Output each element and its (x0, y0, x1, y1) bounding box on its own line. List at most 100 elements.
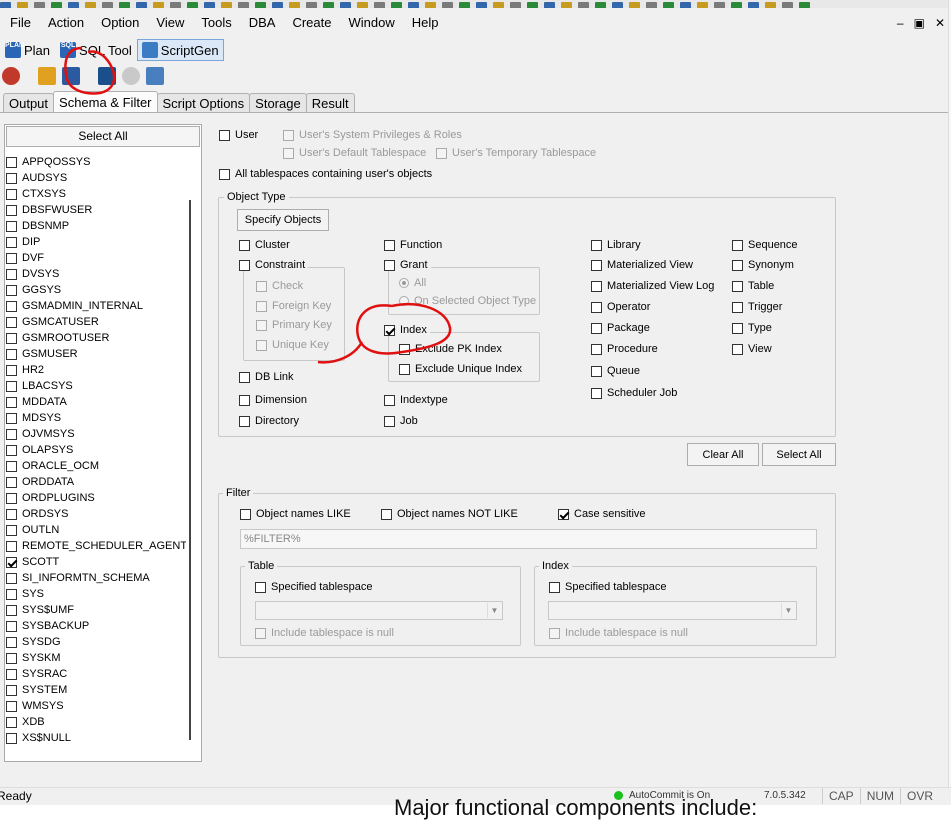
schema-item[interactable]: GSMADMIN_INTERNAL (6, 298, 186, 314)
tab-storage[interactable]: Storage (249, 93, 307, 113)
schema-list-scrollbar[interactable] (189, 200, 191, 740)
schema-checkbox[interactable] (6, 668, 17, 680)
select-all-objects-button[interactable]: Select All (762, 443, 836, 466)
queue-checkbox[interactable] (591, 365, 602, 377)
schema-item[interactable]: ORDPLUGINS (6, 490, 186, 506)
toolbar-icon[interactable] (34, 2, 45, 8)
schema-item[interactable]: MDDATA (6, 394, 186, 410)
schema-checkbox[interactable] (6, 220, 17, 232)
library-checkbox[interactable] (591, 239, 602, 251)
scriptgen-button[interactable]: ScriptGen (136, 39, 224, 61)
schema-checkbox[interactable] (6, 700, 17, 712)
names-like-option[interactable]: Object names LIKE (240, 508, 351, 520)
schema-item[interactable]: SYSRAC (6, 666, 186, 682)
package-checkbox[interactable] (591, 322, 602, 334)
plan-button[interactable]: PLAN Plan (0, 39, 55, 61)
menu-option[interactable]: Option (91, 10, 146, 36)
toolbar-icon[interactable] (578, 2, 589, 8)
schema-select-all-button[interactable]: Select All (6, 126, 200, 147)
menu-help[interactable]: Help (402, 10, 446, 36)
case-sensitive-option[interactable]: Case sensitive (558, 508, 646, 520)
user-option[interactable]: User (219, 129, 258, 141)
schema-item[interactable]: OJVMSYS (6, 426, 186, 442)
index-specified-ts-option[interactable]: Specified tablespace (549, 581, 667, 593)
schema-item[interactable]: SYS$UMF (6, 602, 186, 618)
schema-item[interactable]: XDB (6, 714, 186, 730)
toolbar-icon[interactable] (629, 2, 640, 8)
schema-item[interactable]: SYSTEM (6, 682, 186, 698)
toolbar-icon[interactable] (799, 2, 810, 8)
schema-checkbox[interactable] (6, 204, 17, 216)
toolbar-icon[interactable] (340, 2, 351, 8)
schema-checkbox[interactable] (6, 364, 17, 376)
mat-view-checkbox[interactable] (591, 259, 602, 271)
schema-checkbox[interactable] (6, 236, 17, 248)
all-tablespaces-checkbox[interactable] (219, 168, 230, 180)
function-option[interactable]: Function (384, 239, 442, 251)
schema-item[interactable]: SI_INFORMTN_SCHEMA (6, 570, 186, 586)
exclude-unique-option[interactable]: Exclude Unique Index (399, 363, 522, 375)
schema-checkbox[interactable] (6, 428, 17, 440)
indextype-checkbox[interactable] (384, 394, 395, 406)
directory-checkbox[interactable] (239, 415, 250, 427)
grant-checkbox[interactable] (384, 259, 395, 271)
menu-tools[interactable]: Tools (191, 10, 238, 36)
schema-checkbox[interactable] (6, 348, 17, 360)
schema-checkbox[interactable] (6, 316, 17, 328)
schema-item[interactable]: HR2 (6, 362, 186, 378)
schema-checkbox[interactable] (6, 156, 17, 168)
package-option[interactable]: Package (591, 322, 650, 334)
sequence-checkbox[interactable] (732, 239, 743, 251)
toolbar-icon[interactable] (782, 2, 793, 8)
restore-icon[interactable]: ▣ (914, 16, 925, 30)
toolbar-icon[interactable] (408, 2, 419, 8)
schema-item[interactable]: DIP (6, 234, 186, 250)
scheduler-job-checkbox[interactable] (591, 387, 602, 399)
table-checkbox[interactable] (732, 280, 743, 292)
tab-result[interactable]: Result (305, 93, 355, 113)
toolbar-icon[interactable] (680, 2, 691, 8)
schema-checkbox[interactable] (6, 412, 17, 424)
schema-checkbox[interactable] (6, 380, 17, 392)
synonym-option[interactable]: Synonym (732, 259, 794, 271)
trigger-option[interactable]: Trigger (732, 301, 782, 313)
index-tablespace-select[interactable]: ▼ (548, 601, 797, 620)
table-specified-ts-option[interactable]: Specified tablespace (255, 581, 373, 593)
procedure-checkbox[interactable] (591, 343, 602, 355)
exclude-pk-checkbox[interactable] (399, 343, 410, 355)
toolbar-icon[interactable] (459, 2, 470, 8)
toolbar-icon[interactable] (391, 2, 402, 8)
schema-checkbox[interactable] (6, 540, 17, 552)
toolbar-icon[interactable] (544, 2, 555, 8)
toolbar-icon[interactable] (119, 2, 130, 8)
schema-checkbox[interactable] (6, 332, 17, 344)
schema-item[interactable]: MDSYS (6, 410, 186, 426)
filter-pattern-input[interactable]: %FILTER% (240, 529, 817, 549)
schema-item[interactable]: APPQOSSYS (6, 154, 186, 170)
names-not-like-option[interactable]: Object names NOT LIKE (381, 508, 518, 520)
toolbar-icon[interactable] (663, 2, 674, 8)
schema-checkbox[interactable] (6, 524, 17, 536)
index-checkbox[interactable] (384, 324, 395, 336)
sql-tool-button[interactable]: SQL SQL Tool (55, 39, 137, 61)
operator-checkbox[interactable] (591, 301, 602, 313)
schema-item[interactable]: SYSBACKUP (6, 618, 186, 634)
synonym-checkbox[interactable] (732, 259, 743, 271)
close-icon[interactable]: ✕ (935, 16, 945, 30)
toolbar-icon[interactable] (272, 2, 283, 8)
menu-action[interactable]: Action (38, 10, 91, 36)
case-sensitive-checkbox[interactable] (558, 508, 569, 520)
save-icon[interactable] (62, 67, 80, 85)
schema-item[interactable]: SYS (6, 586, 186, 602)
type-checkbox[interactable] (732, 322, 743, 334)
schema-checkbox[interactable] (6, 732, 17, 744)
toolbar-icon[interactable] (595, 2, 606, 8)
cluster-checkbox[interactable] (239, 239, 250, 251)
type-option[interactable]: Type (732, 322, 772, 334)
schema-item[interactable]: ORDDATA (6, 474, 186, 490)
schema-checkbox[interactable] (6, 172, 17, 184)
schema-checkbox[interactable] (6, 300, 17, 312)
tab-script-options[interactable]: Script Options (156, 93, 251, 113)
schema-checkbox[interactable] (6, 284, 17, 296)
schema-item[interactable]: GSMUSER (6, 346, 186, 362)
